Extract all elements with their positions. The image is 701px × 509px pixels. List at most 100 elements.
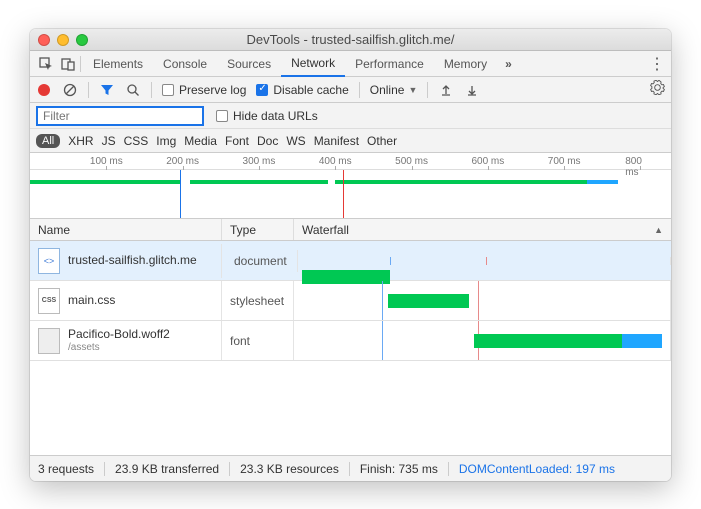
tab-performance[interactable]: Performance [345, 51, 434, 77]
separator [349, 462, 350, 476]
hide-data-urls-checkbox[interactable]: Hide data URLs [216, 109, 318, 123]
request-path: /assets [68, 342, 170, 354]
hide-data-urls-label: Hide data URLs [233, 109, 318, 123]
search-icon[interactable] [125, 82, 141, 98]
filter-type-manifest[interactable]: Manifest [314, 134, 359, 148]
overview-segment [335, 180, 587, 184]
separator [448, 462, 449, 476]
timeline-marker [180, 170, 181, 218]
filter-type-css[interactable]: CSS [124, 134, 149, 148]
filter-input[interactable] [36, 106, 204, 126]
settings-icon[interactable] [650, 80, 665, 99]
window-controls [38, 34, 88, 46]
request-row[interactable]: CSS main.css stylesheet [30, 281, 671, 321]
close-window-button[interactable] [38, 34, 50, 46]
zoom-window-button[interactable] [76, 34, 88, 46]
network-toolbar: Preserve log Disable cache Online ▼ [30, 77, 671, 103]
minimize-window-button[interactable] [57, 34, 69, 46]
doc-file-icon: <> [38, 248, 60, 274]
filter-type-font[interactable]: Font [225, 134, 249, 148]
filter-type-js[interactable]: JS [102, 134, 116, 148]
disable-cache-checkbox[interactable]: Disable cache [256, 83, 348, 97]
separator [104, 462, 105, 476]
waterfall-bar [388, 294, 469, 308]
css-file-icon: CSS [38, 288, 60, 314]
column-name[interactable]: Name [30, 219, 222, 240]
requests-table: Name Type Waterfall <> trusted-sailfish.g… [30, 219, 671, 455]
filter-bar: Hide data URLs [30, 103, 671, 129]
separator [88, 82, 89, 98]
checkbox-icon [216, 110, 228, 122]
inspect-element-icon[interactable] [36, 54, 56, 74]
waterfall-cell [294, 321, 671, 360]
throttle-value: Online [370, 83, 405, 97]
request-row[interactable]: Pacifico-Bold.woff2/assets font [30, 321, 671, 361]
tab-network[interactable]: Network [281, 51, 345, 77]
download-har-icon[interactable] [464, 82, 480, 98]
main-tabbar: ElementsConsoleSourcesNetworkPerformance… [30, 51, 671, 77]
titlebar: DevTools - trusted-sailfish.glitch.me/ [30, 29, 671, 51]
preserve-log-label: Preserve log [179, 83, 246, 97]
filter-type-img[interactable]: Img [156, 134, 176, 148]
record-button[interactable] [36, 82, 52, 98]
separator [359, 82, 360, 98]
checkbox-icon [162, 84, 174, 96]
font-file-icon [38, 328, 60, 354]
overview-segment [30, 180, 180, 184]
waterfall-bar [474, 334, 622, 348]
upload-har-icon[interactable] [438, 82, 454, 98]
filter-type-all[interactable]: All [36, 134, 60, 148]
status-resources: 23.3 KB resources [240, 462, 339, 476]
column-waterfall[interactable]: Waterfall [294, 219, 671, 240]
request-row[interactable]: <> trusted-sailfish.glitch.me document [30, 241, 671, 281]
status-requests: 3 requests [38, 462, 94, 476]
tabs-overflow-button[interactable]: » [505, 57, 512, 71]
clear-icon[interactable] [62, 82, 78, 98]
filter-type-ws[interactable]: WS [286, 134, 305, 148]
more-menu-icon[interactable]: ⋮ [649, 54, 665, 74]
request-type: font [222, 321, 294, 360]
chevron-down-icon: ▼ [408, 85, 417, 95]
request-name: Pacifico-Bold.woff2 [68, 327, 170, 341]
disable-cache-label: Disable cache [273, 83, 348, 97]
waterfall-bar [622, 334, 662, 348]
filter-type-other[interactable]: Other [367, 134, 397, 148]
timeline-marker [343, 170, 344, 218]
window-title: DevTools - trusted-sailfish.glitch.me/ [30, 32, 671, 47]
request-type: document [226, 250, 298, 272]
throttle-select[interactable]: Online ▼ [370, 83, 418, 97]
overview-segment [587, 180, 618, 184]
separator [80, 56, 81, 72]
tab-console[interactable]: Console [153, 51, 217, 77]
table-header: Name Type Waterfall [30, 219, 671, 241]
column-type[interactable]: Type [222, 219, 294, 240]
filter-type-xhr[interactable]: XHR [68, 134, 93, 148]
status-finish: Finish: 735 ms [360, 462, 438, 476]
resource-type-filter: All XHR JS CSS Img Media Font Doc WS Manifest Othe… [30, 129, 671, 153]
tab-sources[interactable]: Sources [217, 51, 281, 77]
request-name: trusted-sailfish.glitch.me [68, 253, 197, 267]
table-body: <> trusted-sailfish.glitch.me document CSS m… [30, 241, 671, 455]
filter-type-media[interactable]: Media [184, 134, 217, 148]
checkbox-icon [256, 84, 268, 96]
status-transferred: 23.9 KB transferred [115, 462, 219, 476]
filter-icon[interactable] [99, 82, 115, 98]
request-type: stylesheet [222, 281, 294, 320]
tab-memory[interactable]: Memory [434, 51, 497, 77]
status-domcontentloaded: DOMContentLoaded: 197 ms [459, 462, 615, 476]
overview-segment [190, 180, 327, 184]
preserve-log-checkbox[interactable]: Preserve log [162, 83, 246, 97]
separator [229, 462, 230, 476]
waterfall-cell [302, 257, 671, 265]
timeline-overview-track [30, 170, 671, 218]
device-toolbar-icon[interactable] [58, 54, 78, 74]
timeline-overview[interactable]: 100 ms200 ms300 ms400 ms500 ms600 ms700 … [30, 153, 671, 219]
separator [427, 82, 428, 98]
tab-elements[interactable]: Elements [83, 51, 153, 77]
status-bar: 3 requests 23.9 KB transferred 23.3 KB r… [30, 455, 671, 481]
filter-type-doc[interactable]: Doc [257, 134, 278, 148]
separator [151, 82, 152, 98]
timeline-ruler: 100 ms200 ms300 ms400 ms500 ms600 ms700 … [30, 153, 671, 170]
request-name: main.css [68, 293, 115, 307]
waterfall-cell [294, 281, 671, 320]
